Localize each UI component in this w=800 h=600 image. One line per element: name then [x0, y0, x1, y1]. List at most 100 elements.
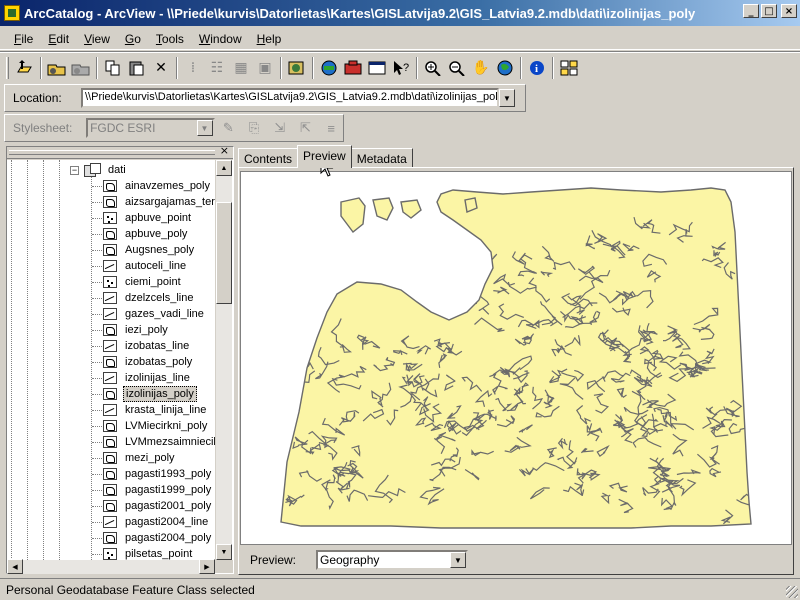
tree-vertical-scrollbar[interactable]: ▲ ▼ [215, 160, 232, 560]
zoom-in-icon[interactable] [421, 56, 445, 80]
connect-folder-icon[interactable] [45, 56, 69, 80]
up-one-level-icon[interactable] [13, 56, 37, 80]
tree-item-izobatas-poly[interactable]: izobatas_poly [103, 354, 194, 370]
stylesheet-dropdown-button[interactable]: ▼ [196, 120, 213, 136]
tree-item-mezi-poly[interactable]: mezi_poly [103, 450, 177, 466]
tree-item-izolinijas-poly[interactable]: izolinijas_poly [103, 386, 197, 402]
scroll-right-button[interactable]: ▶ [199, 559, 215, 574]
menu-edit[interactable]: Edit [40, 30, 76, 48]
menu-help[interactable]: Help [249, 30, 289, 48]
menu-tools[interactable]: Tools [148, 30, 191, 48]
location-dropdown-button[interactable]: ▼ [499, 89, 515, 107]
tree-item-aizsargajamas-ter[interactable]: aizsargajamas_ter [103, 194, 217, 210]
stylesheet-select[interactable]: FGDC ESRI ▼ [86, 118, 215, 138]
pan-icon[interactable]: ✋ [469, 56, 493, 80]
tree-item-lvmmezsaimnieciba[interactable]: LVMmezsaimnieciba [103, 434, 228, 450]
tree-item-lvmiecirkni-poly[interactable]: LVMiecirkni_poly [103, 418, 209, 434]
scroll-left-button[interactable]: ◀ [7, 559, 23, 574]
full-extent-icon[interactable] [493, 56, 517, 80]
create-thumbnail-icon[interactable] [557, 56, 581, 80]
tree-item-label: ainavzemes_poly [125, 180, 210, 192]
tree-item-label: pilsetas_point [125, 548, 193, 560]
thumbnails-icon[interactable]: ▣ [253, 56, 277, 80]
status-text: Personal Geodatabase Feature Class selec… [6, 582, 255, 597]
tree-item-apbuve-poly[interactable]: apbuve_poly [103, 226, 189, 242]
copy-icon[interactable] [101, 56, 125, 80]
arccatalog-app-icon[interactable] [4, 5, 20, 21]
tree-item-iezi-poly[interactable]: iezi_poly [103, 322, 170, 338]
minimize-button[interactable]: _ [743, 4, 759, 18]
maximize-button[interactable]: □ [761, 4, 777, 18]
tree-connector [92, 234, 102, 235]
geography-preview[interactable] [240, 171, 792, 545]
tree-item-krasta-linija-line[interactable]: krasta_linija_line [103, 402, 208, 418]
tree-item-pagasti2004-poly[interactable]: pagasti2004_poly [103, 530, 213, 546]
latvia-land-polygon [280, 187, 752, 529]
tree-item-izobatas-line[interactable]: izobatas_line [103, 338, 191, 354]
details-icon[interactable]: ▦ [229, 56, 253, 80]
arctoolbox-icon[interactable] [317, 56, 341, 80]
menu-window[interactable]: Window [191, 30, 249, 48]
whats-this-icon[interactable]: ? [389, 56, 413, 80]
tree-connector [92, 378, 102, 379]
contour-line [452, 246, 469, 266]
collapse-dati-icon[interactable]: − [70, 166, 79, 175]
preview-type-value: Geography [320, 553, 380, 567]
zoom-out-icon[interactable] [445, 56, 469, 80]
menu-go[interactable]: Go [117, 30, 148, 48]
update-metadata-icon[interactable]: ≡ [319, 117, 343, 139]
preview-type-select[interactable]: Geography ▼ [316, 550, 468, 570]
tree-item-pagasti1999-poly[interactable]: pagasti1999_poly [103, 482, 213, 498]
tree-item-pagasti1993-poly[interactable]: pagasti1993_poly [103, 466, 213, 482]
catalog-tree[interactable]: − dati ainavzemes_poly aizsargajamas_ter a… [7, 160, 233, 560]
catalog-tree-icon[interactable] [341, 56, 365, 80]
preview-type-dropdown-button[interactable]: ▼ [450, 552, 466, 568]
tree-item-pagasti2001-poly[interactable]: pagasti2001_poly [103, 498, 213, 514]
tree-horizontal-scrollbar[interactable]: ◀ ▶ [7, 559, 215, 574]
tree-item-augsnes-poly[interactable]: Augsnes_poly [103, 242, 196, 258]
menu-view[interactable]: View [76, 30, 117, 48]
export-metadata-icon[interactable]: ⇱ [294, 117, 318, 139]
tree-item-pilsetas-point[interactable]: pilsetas_point [103, 546, 194, 560]
tree-item-autoceli-line[interactable]: autoceli_line [103, 258, 188, 274]
edit-metadata-icon[interactable]: ✎ [217, 117, 241, 139]
resize-grip[interactable] [786, 586, 798, 598]
tree-item-pagasti2004-line[interactable]: pagasti2004_line [103, 514, 210, 530]
close-tree-icon[interactable]: × [220, 144, 229, 157]
tab-preview[interactable]: Preview [297, 145, 352, 168]
contour-line [461, 285, 478, 305]
list-icon[interactable]: ☷ [205, 56, 229, 80]
tree-item-dzelzcels-line[interactable]: dzelzcels_line [103, 290, 195, 306]
tab-contents[interactable]: Contents [238, 148, 299, 168]
tree-item-izolinijas-line[interactable]: izolinijas_line [103, 370, 192, 386]
menu-file[interactable]: File [6, 30, 40, 48]
identify-icon[interactable]: i [525, 56, 549, 80]
large-icons-icon[interactable]: ⁞ [181, 56, 205, 80]
disconnect-folder-icon[interactable] [69, 56, 93, 80]
izolinijas-map[interactable] [241, 172, 791, 544]
scroll-thumb[interactable] [216, 202, 232, 304]
metadata-properties-icon[interactable]: ⎘ [242, 117, 266, 139]
scroll-up-button[interactable]: ▲ [216, 160, 232, 176]
tree-item-gazes-vadi-line[interactable]: gazes_vadi_line [103, 306, 206, 322]
toolbar-grip[interactable] [6, 57, 9, 79]
location-input[interactable]: \\Priede\kurvis\Datorlietas\Kartes\GISLa… [81, 88, 499, 108]
tree-item-ainavzemes-poly[interactable]: ainavzemes_poly [103, 178, 212, 194]
catalog-tree-header[interactable]: × [7, 144, 233, 159]
tree-node-dati[interactable]: dati [84, 162, 128, 178]
tree-connector [92, 202, 102, 203]
tree-item-label: LVMiecirkni_poly [125, 420, 208, 432]
tree-item-ciemi-point[interactable]: ciemi_point [103, 274, 183, 290]
launch-arcmap-icon[interactable] [285, 56, 309, 80]
paste-icon[interactable] [125, 56, 149, 80]
delete-icon[interactable]: ✕ [149, 56, 173, 80]
title-bar[interactable]: ArcCatalog - ArcView - \\Priede\kurvis\D… [0, 0, 800, 26]
import-metadata-icon[interactable]: ⇲ [268, 117, 292, 139]
poly-feature-class-icon [103, 228, 117, 240]
scroll-down-button[interactable]: ▼ [216, 544, 232, 560]
close-button[interactable]: × [781, 4, 797, 18]
command-line-icon[interactable] [365, 56, 389, 80]
tab-metadata[interactable]: Metadata [350, 148, 413, 168]
tree-connector [92, 362, 102, 363]
tree-item-apbuve-point[interactable]: apbuve_point [103, 210, 193, 226]
